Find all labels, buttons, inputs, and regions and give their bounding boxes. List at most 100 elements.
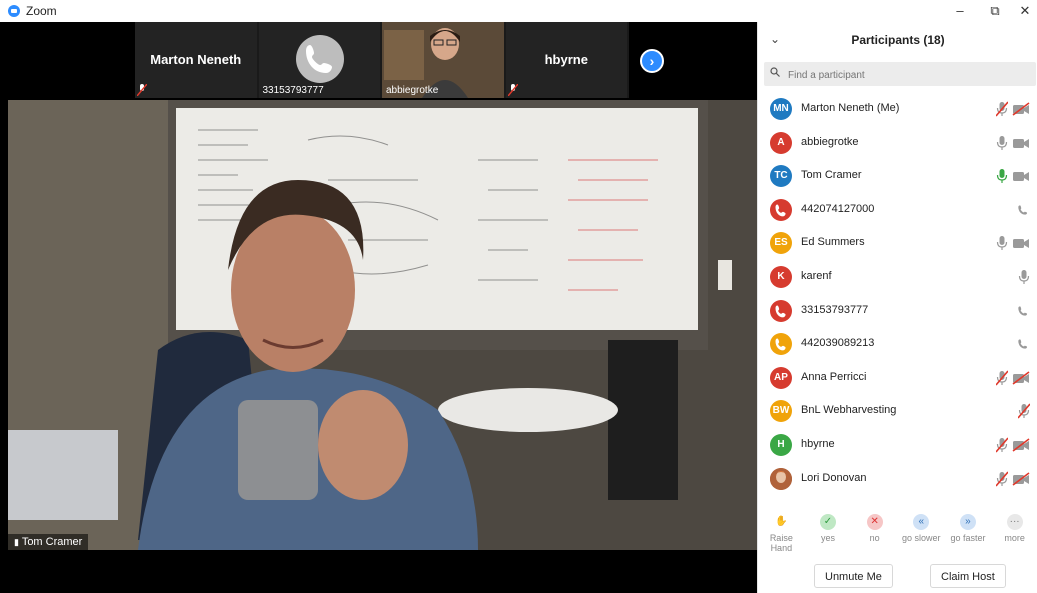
video-off-icon [1012,371,1030,385]
participant-list: MN Marton Neneth (Me) Aabbiegrotke TC Tom Cr… [758,92,1037,495]
participant-status-icons [1018,267,1030,287]
window-title: Zoom [26,4,57,18]
participant-row[interactable]: Lori Donovan [758,462,1037,496]
phone-icon [1018,205,1028,215]
participant-row[interactable]: 442039089213 [758,327,1037,361]
reaction-icon: « [913,514,930,530]
reaction-raise-hand-button[interactable]: ✋ Raise Hand [759,514,803,553]
participant-row[interactable]: AP Anna Perricci [758,361,1037,395]
reaction-icon: ··· [1006,514,1023,530]
muted-mic-icon [996,101,1008,117]
phone-avatar-icon [295,35,344,83]
reaction-more-button[interactable]: ··· more [993,514,1037,550]
participants-panel: ⌄ Participants (18) MN Marton Neneth (Me)… [757,22,1037,593]
muted-mic-icon [996,437,1008,453]
speaker-video-image [8,100,757,550]
participant-avatar: H [770,433,792,456]
participant-name: Tom Cramer [801,169,862,182]
mic-icon [1018,269,1030,284]
video-off-icon [1012,102,1030,116]
mic-icon [996,135,1008,150]
title-bar: Zoom – ⧉ ✕ [0,0,1037,22]
participant-row[interactable]: Aabbiegrotke [758,126,1037,160]
participant-row[interactable]: 442074127000 [758,193,1037,227]
participant-row[interactable]: Hhbyrne [758,428,1037,462]
participant-status-icons [1016,200,1030,220]
phone-icon [1018,339,1028,349]
participant-status-icons [996,469,1030,489]
participant-name: 442039089213 [801,337,875,350]
reaction-bar: ✋ Raise Hand ✓ yes ✕ no « go slower » go faster ··… [758,514,1037,553]
reaction-go-slower-button[interactable]: « go slower [899,514,943,550]
participant-status-icons [996,435,1030,455]
phone-avatar-icon [770,198,792,221]
search-input[interactable] [786,65,1030,85]
participant-row[interactable]: TC Tom Cramer [758,159,1037,193]
participant-name: Anna Perricci [801,370,867,383]
restore-button[interactable]: ⧉ [980,2,1010,20]
participant-name: karenf [801,269,832,282]
mic-icon [996,169,1008,184]
participant-name: Ed Summers [801,236,865,249]
panel-header: ⌄ Participants (18) [758,22,1037,60]
participant-status-icons [1016,334,1030,354]
participant-row[interactable]: ES Ed Summers [758,226,1037,260]
mic-icon [996,236,1008,251]
thumbnail-name: hbyrne [544,52,588,67]
speaker-name-tag: ▮ Tom Cramer [8,534,89,550]
thumbnail-tile[interactable]: Marton Neneth [135,22,257,98]
thumbnail-tile[interactable]: abbiegrotke [382,22,504,98]
zoom-logo-icon [8,5,20,17]
muted-mic-icon [996,370,1008,386]
reaction-icon: ✋ [773,514,790,530]
thumbnail-tile[interactable]: 33153793777 [258,22,380,98]
close-button[interactable]: ✕ [1010,2,1037,20]
thumbnail-name: abbiegrotke [386,85,439,96]
video-off-icon [1012,438,1030,452]
participant-avatar: A [770,131,792,154]
participant-name: hbyrne [801,437,835,450]
participant-status-icons [996,368,1030,388]
unmute-me-button[interactable]: Unmute Me [814,564,893,588]
reaction-label: go faster [950,533,986,543]
panel-title: Participants (18) [851,33,945,47]
speaker-name: Tom Cramer [21,536,83,548]
muted-mic-icon [1018,403,1030,419]
participant-search[interactable] [764,62,1036,86]
reaction-icon: ✕ [866,514,883,530]
next-page-button[interactable]: › [640,49,664,73]
thumbnail-name: Marton Neneth [150,52,242,67]
participant-avatar: MN [770,98,792,120]
thumbnail-name: 33153793777 [262,85,324,96]
participant-avatar: K [770,265,792,288]
participant-status-icons [996,233,1030,253]
minimize-button[interactable]: – [945,2,975,20]
video-icon [1013,239,1029,249]
video-icon [1013,138,1029,148]
phone-icon [1018,305,1028,316]
reaction-icon: ✓ [819,514,836,530]
thumbnail-tile[interactable]: hbyrne [505,22,627,98]
muted-mic-icon [996,471,1008,487]
participant-row[interactable]: Kkarenf [758,260,1037,294]
participant-status-icons [1018,401,1030,421]
participant-name: Lori Donovan [801,471,867,484]
claim-host-button[interactable]: Claim Host [930,564,1006,588]
muted-mic-icon [507,84,518,96]
participant-avatar: BW [770,400,792,423]
participant-row[interactable]: 33153793777 [758,294,1037,328]
reaction-yes-button[interactable]: ✓ yes [806,514,850,550]
participant-row[interactable]: BW BnL Webharvesting [758,394,1037,428]
reaction-no-button[interactable]: ✕ no [853,514,897,550]
participant-name: 442074127000 [801,202,875,215]
participant-photo-avatar [770,467,792,490]
participant-status-icons [1016,301,1030,321]
participant-avatar: AP [770,366,792,389]
participant-row[interactable]: MN Marton Neneth (Me) [758,92,1037,126]
participant-status-icons [996,166,1030,186]
participant-name: BnL Webharvesting [801,404,897,417]
reaction-go-faster-button[interactable]: » go faster [946,514,990,550]
reaction-label: Raise Hand [769,533,793,553]
phone-avatar-icon [770,333,792,356]
participant-name: Marton Neneth (Me) [801,102,900,114]
